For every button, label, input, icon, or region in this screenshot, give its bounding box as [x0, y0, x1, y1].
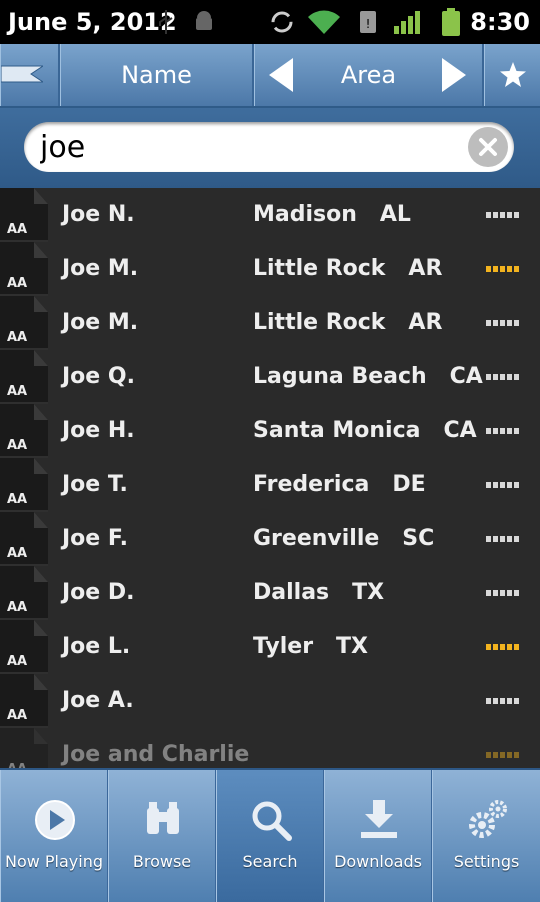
clear-search-button[interactable] — [468, 127, 508, 167]
rating-dots-icon — [486, 698, 519, 704]
sim-icon: ! — [360, 11, 376, 33]
row-badge: AA — [7, 384, 28, 399]
usb-icon — [159, 10, 173, 34]
search-input[interactable] — [40, 129, 460, 165]
result-row[interactable]: AA Joe A. — [0, 674, 540, 728]
row-badge: AA — [7, 654, 28, 669]
binoculars-icon — [147, 802, 179, 834]
tab-search[interactable]: Search — [216, 770, 324, 902]
magnifier-icon — [252, 801, 292, 841]
result-name: Joe Q. — [62, 364, 135, 389]
result-row[interactable]: AA Joe M. Little Rock AR — [0, 296, 540, 350]
tab-downloads-label: Downloads — [334, 852, 422, 871]
result-area: Tyler TX — [253, 634, 368, 659]
rating-dots-icon — [486, 320, 519, 326]
row-badge: AA — [7, 600, 28, 615]
result-area: Frederica DE — [253, 472, 426, 497]
battery-icon — [442, 8, 460, 36]
rating-dots-icon — [486, 482, 519, 488]
result-area: Santa Monica CA — [253, 418, 477, 443]
name-column-header[interactable]: Name — [60, 44, 254, 106]
next-arrow-icon[interactable] — [442, 58, 466, 92]
row-badge: AA — [7, 276, 28, 291]
result-row[interactable]: AA Joe N. Madison AL — [0, 188, 540, 242]
tab-downloads[interactable]: Downloads — [324, 770, 432, 902]
row-badge: AA — [7, 708, 28, 723]
result-area: Greenville SC — [253, 526, 435, 551]
tab-browse-label: Browse — [132, 852, 192, 871]
results-list: AA Joe N. Madison AL AA Joe M. Little Rock AR… — [0, 188, 540, 768]
rating-dots-icon — [486, 428, 519, 434]
result-name: Joe L. — [62, 634, 131, 659]
tab-now-playing-label: Now Playing — [4, 852, 104, 871]
back-arrow-icon — [1, 65, 43, 83]
rating-dots-icon — [486, 590, 519, 596]
area-column-label: Area — [340, 61, 397, 89]
row-badge: AA — [7, 438, 28, 453]
result-row[interactable]: AA Joe F. Greenville SC — [0, 512, 540, 566]
result-area: Little Rock AR — [253, 310, 443, 335]
result-row[interactable]: AA Joe Q. Laguna Beach CA — [0, 350, 540, 404]
clear-x-icon — [479, 138, 497, 156]
search-bar — [0, 108, 540, 188]
result-name: Joe D. — [62, 580, 135, 605]
back-button[interactable] — [0, 44, 60, 106]
row-badge: AA — [7, 330, 28, 345]
previous-arrow-icon[interactable] — [269, 58, 293, 92]
svg-text:!: ! — [366, 17, 371, 31]
tab-search-label: Search — [242, 852, 298, 871]
rating-dots-icon — [486, 212, 519, 218]
tab-settings[interactable]: Settings — [432, 770, 540, 902]
play-icon — [35, 800, 75, 840]
result-row[interactable]: AAJoe and Charlie — [0, 728, 540, 768]
result-name: Joe F. — [62, 526, 129, 551]
row-badge: AA — [7, 492, 28, 507]
result-name: Joe M. — [62, 256, 139, 281]
column-header-bar: Name Area — [0, 44, 540, 108]
name-column-label: Name — [121, 61, 192, 89]
sync-icon — [271, 11, 293, 33]
result-row[interactable]: AA Joe D. Dallas TX — [0, 566, 540, 620]
result-name: Joe T. — [62, 472, 128, 497]
result-row[interactable]: AA Joe L. Tyler TX — [0, 620, 540, 674]
result-name: Joe H. — [62, 418, 135, 443]
tab-now-playing[interactable]: Now Playing — [0, 770, 108, 902]
result-name: Joe A. — [62, 688, 134, 713]
android-debug-icon — [196, 11, 212, 30]
result-row[interactable]: AA Joe H. Santa Monica CA — [0, 404, 540, 458]
tab-browse[interactable]: Browse — [108, 770, 216, 902]
search-box — [24, 122, 514, 172]
area-column-header[interactable]: Area — [254, 44, 484, 106]
download-icon — [361, 800, 397, 838]
rating-dots-icon — [486, 374, 519, 380]
rating-dots-icon — [486, 644, 519, 650]
result-row[interactable]: AA Joe T. Frederica DE — [0, 458, 540, 512]
result-name: Joe and Charlie — [62, 742, 250, 767]
star-icon — [499, 62, 526, 87]
rating-dots-icon — [486, 536, 519, 542]
signal-icon — [394, 11, 420, 34]
result-area: Madison AL — [253, 202, 411, 227]
status-time: 8:30 — [470, 8, 530, 36]
bottom-tab-bar: Now Playing Browse Search Downloads Sett… — [0, 768, 540, 902]
rating-dots-icon — [486, 266, 519, 272]
favorites-button[interactable] — [484, 44, 540, 106]
result-area: Laguna Beach CA — [253, 364, 483, 389]
row-badge: AA — [7, 546, 28, 561]
row-badge: AA — [7, 222, 28, 237]
rating-dots-icon — [486, 752, 519, 758]
status-bar: June 5, 2012 ! 8:30 — [0, 0, 540, 44]
gears-icon — [469, 800, 507, 838]
result-area: Little Rock AR — [253, 256, 443, 281]
tab-settings-label: Settings — [453, 852, 520, 871]
result-area: Dallas TX — [253, 580, 385, 605]
result-name: Joe N. — [62, 202, 135, 227]
result-name: Joe M. — [62, 310, 139, 335]
wifi-icon — [308, 10, 340, 34]
result-row[interactable]: AA Joe M. Little Rock AR — [0, 242, 540, 296]
